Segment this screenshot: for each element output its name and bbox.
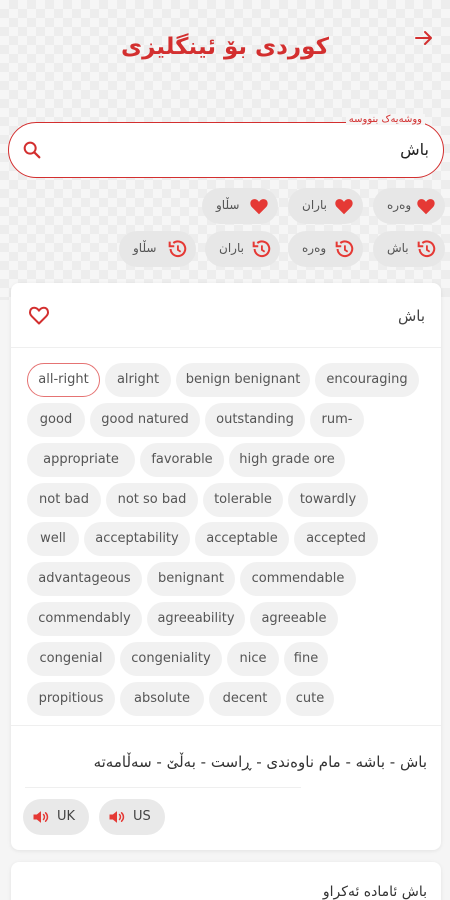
word-card: باش all-right alright benign benignant e… [11,283,441,850]
heart-icon [335,199,353,215]
divider [11,725,441,726]
search-input[interactable]: باش [400,140,429,159]
synonym-pill[interactable]: not so bad [106,483,198,517]
synonym-pill[interactable]: high grade ore [229,443,345,477]
history-chip[interactable]: باران [205,231,280,267]
synonym-pill[interactable]: agreeable [250,602,338,636]
synonym-pill[interactable]: outstanding [205,403,305,437]
arrow-right-icon[interactable] [412,26,436,50]
synonym-pill[interactable]: commendable [240,562,356,596]
synonym-pill[interactable]: congeniality [120,642,222,676]
synonym-pill[interactable]: decent [209,682,281,716]
history-icon [335,240,354,258]
synonym-pill[interactable]: appropriate [27,443,135,477]
page-title: کوردی بۆ ئینگلیزی [121,34,329,60]
favorite-chip[interactable]: باران [288,188,363,224]
speak-uk-button[interactable]: UK [23,799,89,835]
synonym-pill[interactable]: favorable [140,443,224,477]
synonym-pill[interactable]: good natured [90,403,200,437]
synonym-pill[interactable]: acceptability [84,522,190,556]
synonym-pill[interactable]: good [27,403,85,437]
synonym-pill[interactable]: nice [227,642,279,676]
synonym-pill[interactable]: tolerable [203,483,283,517]
divider [11,347,441,348]
synonym-pill[interactable]: not bad [27,483,101,517]
synonym-pill[interactable]: benignant [147,562,235,596]
history-chip[interactable]: وەرە [288,231,363,267]
favorite-chip-label: باران [302,198,327,212]
favorites-row: وەرە باران سڵاو [0,188,450,228]
search-field[interactable]: ووشەیەک بنووسە باش [8,114,444,178]
synonym-pill[interactable]: congenial [27,642,115,676]
divider [25,787,301,788]
history-chip-label: باران [219,241,244,255]
phrase-card[interactable]: باش ئامادە ئەکراو [11,862,441,900]
speaker-icon [109,811,125,823]
history-row: باش وەرە باران سڵاو [0,231,450,271]
history-chip-label: باش [387,241,409,255]
search-label: ووشەیەک بنووسە [345,114,425,125]
history-chip-label: وەرە [302,241,327,255]
speak-us-button[interactable]: US [99,799,165,835]
synonym-pill[interactable]: well [27,522,79,556]
speak-uk-label: UK [57,809,76,824]
speak-us-label: US [133,809,151,824]
synonym-pill[interactable]: towardly [288,483,368,517]
phrase-text: باش ئامادە ئەکراو [322,884,427,900]
heart-outline-icon[interactable] [27,303,51,327]
history-chip[interactable]: سڵاو [119,231,196,267]
favorite-chip[interactable]: وەرە [373,188,445,224]
history-chip-label: سڵاو [133,241,157,255]
history-icon [168,240,187,258]
history-chip[interactable]: باش [373,231,445,267]
favorite-chip[interactable]: سڵاو [202,188,278,224]
synonym-pill[interactable]: acceptable [195,522,289,556]
favorite-chip-label: سڵاو [216,198,240,212]
synonym-pill[interactable]: advantageous [27,562,142,596]
speaker-icon [33,811,49,823]
synonym-pill[interactable]: propitious [27,682,115,716]
card-word: باش [397,307,425,325]
meaning-text: باش - باشە - مام ناوەندی - ڕاست - بەڵێ -… [93,753,427,771]
synonym-pill[interactable]: accepted [294,522,378,556]
synonym-pill[interactable]: agreeability [147,602,245,636]
synonym-pill[interactable]: all-right [27,363,100,397]
favorite-chip-label: وەرە [387,198,412,212]
heart-icon [417,199,435,215]
synonym-pill[interactable]: encouraging [315,363,419,397]
synonym-pill[interactable]: alright [105,363,171,397]
synonym-pill[interactable]: cute [286,682,334,716]
synonym-pill[interactable]: rum- [310,403,364,437]
history-icon [417,240,436,258]
synonym-pill[interactable]: fine [284,642,328,676]
heart-icon [250,199,268,215]
history-icon [252,240,271,258]
synonym-pill[interactable]: commendably [27,602,142,636]
synonym-pill[interactable]: benign benignant [176,363,310,397]
header: کوردی بۆ ئینگلیزی [0,0,450,100]
synonym-pill[interactable]: absolute [120,682,204,716]
search-icon[interactable] [21,139,43,161]
